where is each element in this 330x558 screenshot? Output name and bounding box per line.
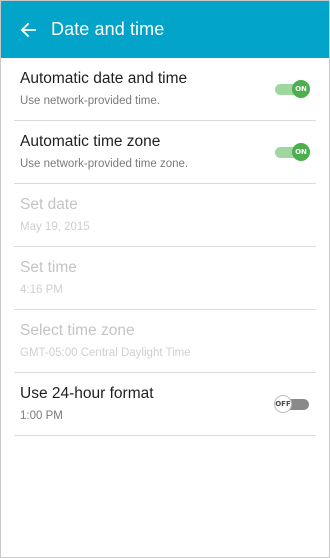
setting-row-select-time-zone: Select time zone GMT-05:00 Central Daylig…: [14, 310, 316, 373]
switch-thumb: ON: [292, 80, 310, 98]
setting-title: Use 24-hour format: [20, 385, 154, 402]
setting-title: Select time zone: [20, 322, 135, 339]
setting-row-set-date: Set date May 19, 2015: [14, 184, 316, 247]
setting-row-automatic-date-and-time[interactable]: Automatic date and time Use network-provi…: [14, 58, 316, 121]
app-bar: Date and time: [1, 1, 329, 58]
switch-thumb: ON: [292, 143, 310, 161]
settings-list: Automatic date and time Use network-provi…: [1, 58, 329, 436]
switch-thumb: OFF: [274, 395, 292, 413]
setting-title: Set time: [20, 259, 77, 276]
setting-row-use-24-hour-format[interactable]: Use 24-hour format 1:00 PM OFF: [14, 373, 316, 436]
setting-title: Automatic date and time: [20, 70, 188, 87]
back-button[interactable]: [17, 19, 39, 41]
screen: Date and time Automatic date and time Use…: [0, 0, 330, 558]
toggle-switch[interactable]: OFF: [274, 395, 310, 413]
setting-summary: May 19, 2015: [20, 221, 90, 233]
setting-summary: GMT-05:00 Central Daylight Time: [20, 347, 191, 359]
setting-summary: Use network-provided time zone.: [20, 158, 189, 170]
setting-summary: 1:00 PM: [20, 410, 63, 422]
setting-row-set-time: Set time 4:16 PM: [14, 247, 316, 310]
page-title: Date and time: [51, 19, 165, 39]
setting-row-automatic-time-zone[interactable]: Automatic time zone Use network-provided …: [14, 121, 316, 184]
setting-summary: 4:16 PM: [20, 284, 63, 296]
setting-title: Automatic time zone: [20, 133, 161, 150]
toggle-switch[interactable]: ON: [274, 143, 310, 161]
setting-summary: Use network-provided time.: [20, 95, 160, 107]
arrow-left-icon: [20, 22, 36, 37]
setting-title: Set date: [20, 196, 78, 213]
toggle-switch[interactable]: ON: [274, 80, 310, 98]
